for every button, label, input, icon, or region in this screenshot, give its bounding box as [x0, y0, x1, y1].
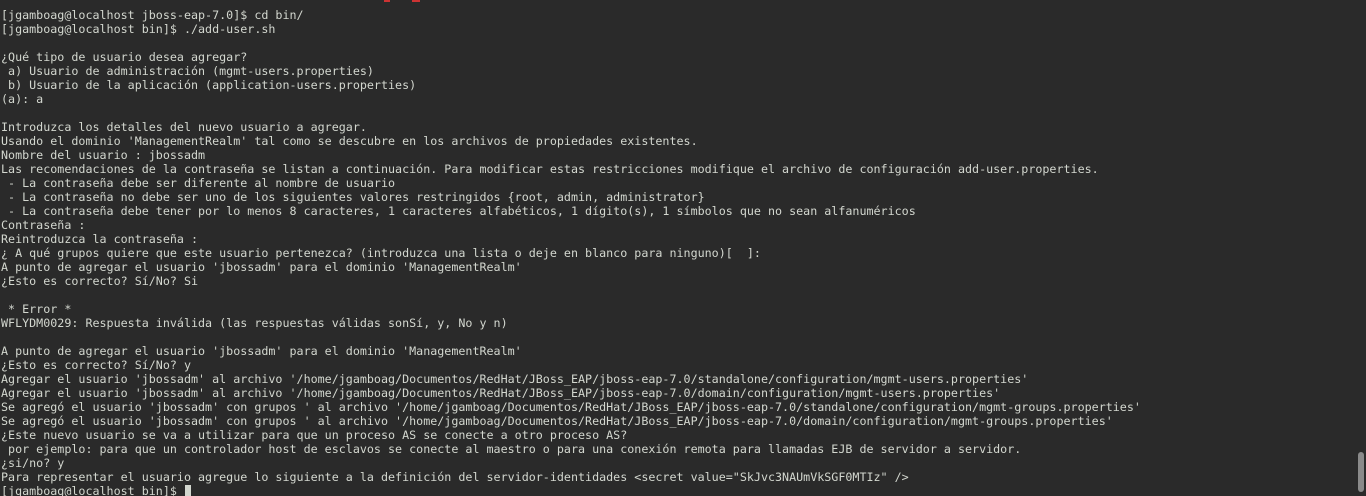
terminal-line: ¿Esto es correcto? Sí/No? Si — [1, 274, 199, 288]
terminal-line: A punto de agregar el usuario 'jbossadm'… — [1, 344, 522, 358]
terminal-line: (a): a — [1, 92, 44, 106]
prompt-text: [jgamboag@localhost bin]$ — [1, 484, 184, 496]
terminal-line: ¿Este nuevo usuario se va a utilizar par… — [1, 428, 628, 442]
terminal-line: Usando el dominio 'ManagementRealm' tal … — [1, 134, 698, 148]
terminal-line: [jgamboag@localhost bin]$ ./add-user.sh — [1, 22, 276, 36]
terminal-output: [jgamboag@localhost jboss-eap-7.0]$ cd b… — [1, 0, 1351, 496]
terminal-line: ¿Qué tipo de usuario desea agregar? — [1, 50, 248, 64]
terminal-line: Para representar el usuario agregue lo s… — [1, 470, 909, 484]
terminal-line: por ejemplo: para que un controlador hos… — [1, 442, 1022, 456]
terminal-line: a) Usuario de administración (mgmt-users… — [1, 64, 374, 78]
terminal-line: ¿Esto es correcto? Sí/No? y — [1, 358, 191, 372]
terminal-line: Las recomendaciones de la contraseña se … — [1, 162, 1099, 176]
terminal-line: - La contraseña debe tener por lo menos … — [1, 204, 916, 218]
terminal-line: Contraseña : — [1, 218, 86, 232]
terminal-line: ¿si/no? y — [1, 456, 65, 470]
scrollbar[interactable] — [1356, 0, 1366, 496]
terminal-line: A punto de agregar el usuario 'jbossadm'… — [1, 260, 522, 274]
terminal-line: Agregar el usuario 'jbossadm' al archivo… — [1, 386, 1001, 400]
terminal-line: WFLYDM0029: Respuesta inválida (las resp… — [1, 316, 508, 330]
terminal-line: - La contraseña debe ser diferente al no… — [1, 176, 396, 190]
block-cursor-icon — [184, 485, 191, 496]
terminal-line: Nombre del usuario : jbossadm — [1, 148, 206, 162]
terminal-line: Reintroduzca la contraseña : — [1, 232, 199, 246]
terminal-line: Introduzca los detalles del nuevo usuari… — [1, 120, 367, 134]
terminal-line: b) Usuario de la aplicación (application… — [1, 78, 417, 92]
terminal-line: * Error * — [1, 302, 72, 316]
terminal-line: - La contraseña no debe ser uno de los s… — [1, 190, 705, 204]
terminal-window[interactable]: [jgamboag@localhost jboss-eap-7.0]$ cd b… — [0, 0, 1366, 496]
terminal-prompt-line[interactable]: [jgamboag@localhost bin]$ — [1, 484, 1351, 496]
scrollbar-thumb[interactable] — [1358, 452, 1364, 492]
terminal-line: ¿ A qué grupos quiere que este usuario p… — [1, 246, 761, 260]
terminal-line: Agregar el usuario 'jbossadm' al archivo… — [1, 372, 1029, 386]
terminal-line: Se agregó el usuario 'jbossadm' con grup… — [1, 400, 1141, 414]
terminal-line: [jgamboag@localhost jboss-eap-7.0]$ cd b… — [1, 8, 304, 22]
terminal-line: Se agregó el usuario 'jbossadm' con grup… — [1, 414, 1113, 428]
